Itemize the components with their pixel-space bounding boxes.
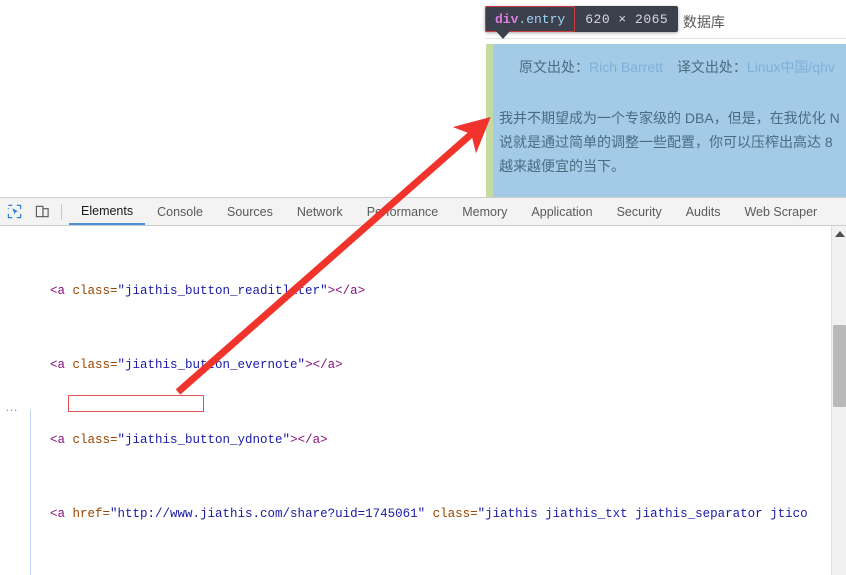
tab-audits[interactable]: Audits [674, 198, 733, 225]
dom-node-a-ydnote[interactable]: <a class="jiathis_button_ydnote"></a> [0, 431, 846, 450]
badge-dimensions: 620 × 2065 [585, 11, 669, 27]
attr-name: class= [65, 432, 118, 447]
tag-close: ></a> [305, 358, 343, 373]
tag-open: <a [50, 358, 66, 373]
inspected-element-highlight: 原文出处：Rich Barrett 译文出处：Linux中国/qhv 我并不期望… [486, 44, 846, 197]
devtools-toolbar: Elements Console Sources Network Perform… [0, 198, 846, 226]
tab-web-scraper[interactable]: Web Scraper [732, 198, 829, 225]
tab-elements[interactable]: Elements [69, 198, 146, 225]
badge-caret-icon [496, 31, 510, 39]
tab-network[interactable]: Network [285, 198, 355, 225]
tab-sources[interactable]: Sources [215, 198, 285, 225]
dom-node-a-evernote[interactable]: <a class="jiathis_button_evernote"></a> [0, 356, 846, 375]
dom-node-a-readitlater[interactable]: <a class="jiathis_button_readitlater"></… [0, 282, 846, 301]
source-author-link[interactable]: Rich Barrett [589, 59, 663, 75]
attr-value: "jiathis_button_evernote" [117, 358, 306, 373]
translator-prefix-label: 译文出处： [662, 59, 747, 75]
article-body-line-1: 我并不期望成为一个专家级的 DBA，但是，在我优化 N [499, 110, 840, 126]
attr-value: "jiathis jiathis_txt jiathis_separator j… [477, 506, 808, 521]
article-source-line: 原文出处：Rich Barrett 译文出处：Linux中国/qhv [519, 57, 835, 77]
selected-node-outline [68, 394, 204, 412]
dom-tree[interactable]: <a class="jiathis_button_readitlater"></… [0, 226, 846, 575]
attr-name: class= [65, 358, 118, 373]
dom-tree-scrollbar[interactable] [831, 226, 846, 575]
web-page-region: 论 · MySQL, 数据库 原文出处：Rich Barrett 译文出处：Li… [0, 0, 846, 197]
tab-memory[interactable]: Memory [450, 198, 519, 225]
tab-security[interactable]: Security [605, 198, 674, 225]
tag-close: ></a> [327, 283, 366, 298]
scroll-up-arrow-icon[interactable] [835, 231, 845, 237]
badge-selector-group: div .entry [485, 6, 576, 32]
attr-name: href= [65, 506, 111, 521]
tab-performance[interactable]: Performance [355, 198, 451, 225]
translator-link[interactable]: Linux中国/qhv [747, 59, 835, 75]
device-toolbar-icon[interactable] [28, 199, 56, 225]
dom-node-a-jiathis-share[interactable]: <a href="http://www.jiathis.com/share?ui… [0, 505, 846, 524]
tree-guide-line [30, 410, 31, 575]
attr-value: "jiathis_button_readitlater" [117, 283, 328, 298]
title-divider [485, 38, 846, 39]
source-prefix-label: 原文出处： [519, 59, 589, 75]
inspect-cursor-icon[interactable] [0, 199, 28, 225]
attr-name: class= [65, 283, 118, 298]
content-box-highlight: 原文出处：Rich Barrett 译文出处：Linux中国/qhv 我并不期望… [493, 44, 846, 197]
tag-open: <a [50, 283, 66, 298]
tag-open: <a [50, 432, 66, 447]
element-info-badge: div .entry 620 × 2065 [485, 6, 679, 32]
inspect-cursor-glyph [7, 204, 21, 219]
badge-tag-name: div [495, 11, 519, 27]
attr-value: "http://www.jiathis.com/share?uid=174506… [110, 506, 426, 521]
node-overflow-ellipsis[interactable]: … [5, 398, 20, 417]
article-body-line-3: 越来越便宜的当下。 [499, 158, 625, 174]
toolbar-divider [61, 203, 62, 220]
tab-application[interactable]: Application [519, 198, 604, 225]
scrollbar-thumb[interactable] [833, 325, 846, 407]
badge-class-name: .entry [518, 11, 566, 27]
tab-console[interactable]: Console [145, 198, 215, 225]
tag-open: <a [50, 506, 66, 521]
screenshot-root: 论 · MySQL, 数据库 原文出处：Rich Barrett 译文出处：Li… [0, 0, 846, 575]
tag-close: ></a> [290, 432, 328, 447]
devtools-panel: Elements Console Sources Network Perform… [0, 197, 846, 575]
device-toolbar-glyph [35, 205, 49, 218]
margin-highlight-stripe [486, 44, 493, 197]
article-body-line-2: 说就是通过简单的调整一些配置，你可以压榨出高达 8 [499, 134, 833, 150]
attr-name: class= [425, 506, 478, 521]
attr-value: "jiathis_button_ydnote" [117, 432, 291, 447]
